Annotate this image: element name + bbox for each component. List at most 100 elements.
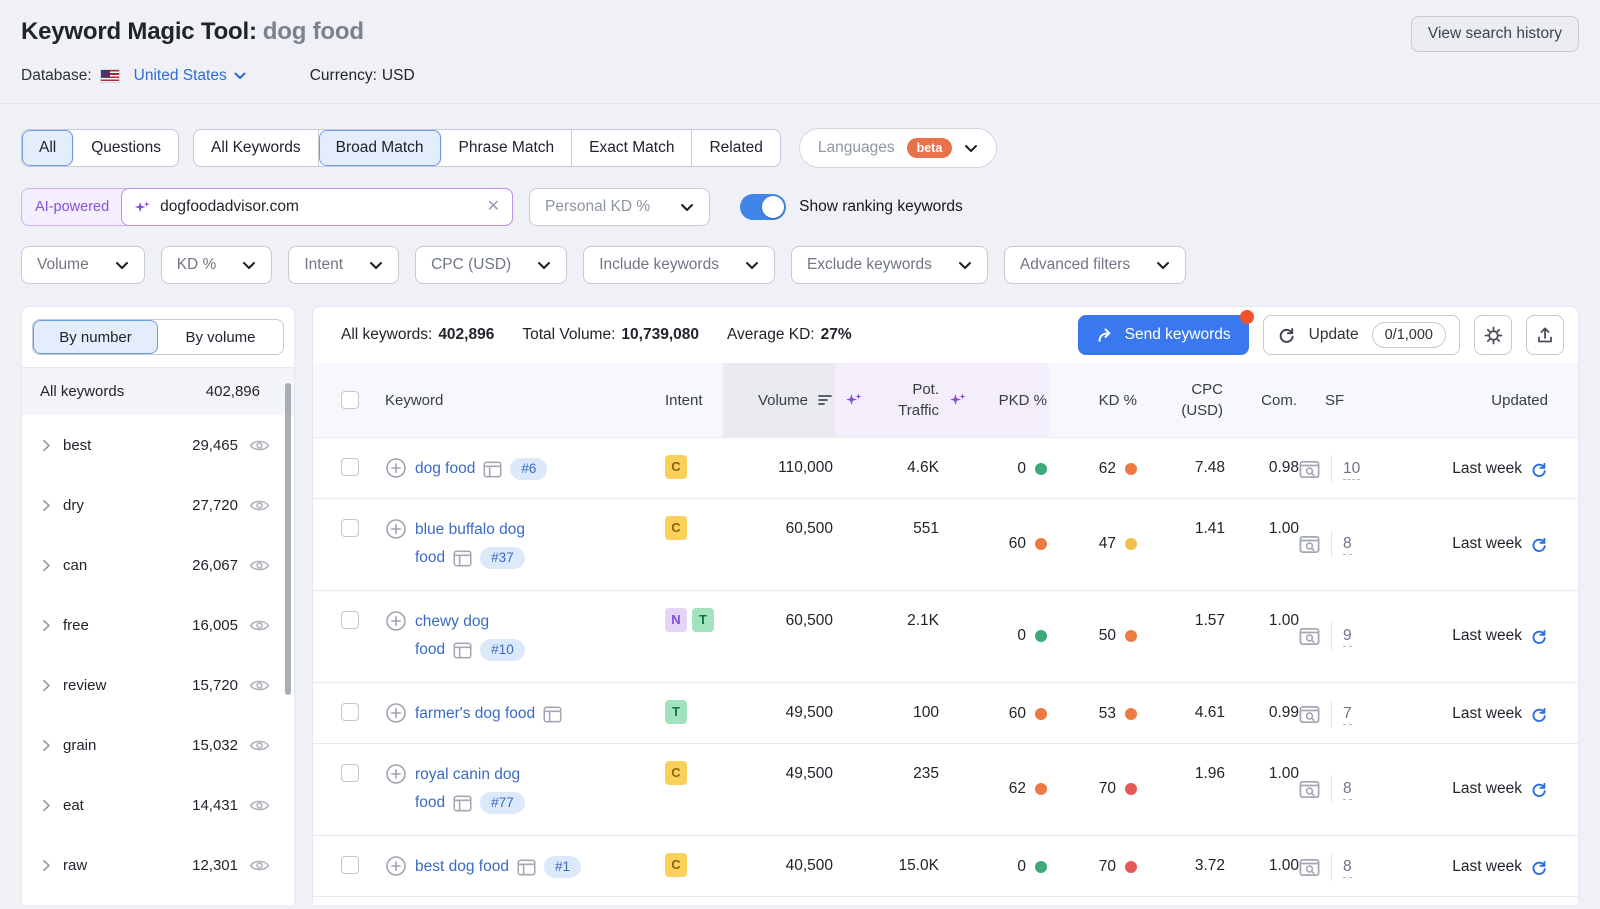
tab-all-keywords[interactable]: All Keywords <box>194 130 319 166</box>
tab-exact-match[interactable]: Exact Match <box>572 130 692 166</box>
serp-features-icon[interactable] <box>543 706 562 723</box>
clear-input-icon[interactable]: ✕ <box>487 199 500 215</box>
sidebar-group-raw[interactable]: raw 12,301 <box>22 835 294 895</box>
serp-features-icon[interactable] <box>453 550 472 567</box>
keyword-link[interactable]: best dog food <box>415 853 509 881</box>
serp-preview-icon[interactable] <box>1299 627 1320 646</box>
eye-icon[interactable] <box>249 618 270 633</box>
keyword-link[interactable]: farmer's dog food <box>415 700 535 728</box>
filter-kd[interactable]: KD % <box>161 246 273 284</box>
rank-badge[interactable]: #10 <box>480 639 525 661</box>
col-cpc[interactable]: CPC (USD) <box>1139 363 1225 437</box>
sf-link[interactable]: 10 <box>1343 459 1360 480</box>
eye-icon[interactable] <box>249 498 270 513</box>
update-button[interactable]: Update 0/1,000 <box>1263 315 1460 355</box>
expand-keyword-icon[interactable] <box>385 702 407 724</box>
serp-preview-icon[interactable] <box>1299 460 1320 479</box>
expand-keyword-icon[interactable] <box>385 763 407 785</box>
view-search-history-button[interactable]: View search history <box>1411 16 1579 52</box>
domain-input[interactable] <box>160 198 477 216</box>
col-sf[interactable]: SF <box>1299 363 1389 437</box>
sidebar-scrollbar[interactable] <box>285 383 291 695</box>
eye-icon[interactable] <box>249 438 270 453</box>
expand-keyword-icon[interactable] <box>385 518 407 540</box>
rank-badge[interactable]: #1 <box>544 856 581 878</box>
sidebar-group-review[interactable]: review 15,720 <box>22 655 294 715</box>
refresh-icon[interactable] <box>1530 706 1548 724</box>
row-checkbox[interactable] <box>341 856 359 874</box>
sidebar-group-grain[interactable]: grain 15,032 <box>22 715 294 775</box>
serp-features-icon[interactable] <box>483 461 502 478</box>
tab-related[interactable]: Related <box>692 130 779 166</box>
row-checkbox[interactable] <box>341 764 359 782</box>
tab-all[interactable]: All <box>22 130 74 166</box>
sidebar-group-best[interactable]: best 29,465 <box>22 415 294 475</box>
keyword-link[interactable]: dog food <box>415 455 475 483</box>
keyword-link[interactable]: food <box>415 544 445 572</box>
filter-intent[interactable]: Intent <box>288 246 399 284</box>
row-checkbox[interactable] <box>341 703 359 721</box>
eye-icon[interactable] <box>249 858 270 873</box>
keyword-link[interactable]: chewy dog <box>415 608 489 636</box>
serp-features-icon[interactable] <box>453 795 472 812</box>
sidebar-group-eat[interactable]: eat 14,431 <box>22 775 294 835</box>
filter-advanced-filters[interactable]: Advanced filters <box>1004 246 1186 284</box>
sf-link[interactable]: 8 <box>1343 534 1352 555</box>
col-pkd[interactable]: PKD % <box>939 363 1049 437</box>
expand-keyword-icon[interactable] <box>385 610 407 632</box>
refresh-icon[interactable] <box>1530 781 1548 799</box>
serp-features-icon[interactable] <box>517 859 536 876</box>
sort-by-number-button[interactable]: By number <box>33 320 158 354</box>
col-com[interactable]: Com. <box>1225 363 1299 437</box>
export-button[interactable] <box>1526 315 1564 355</box>
row-checkbox[interactable] <box>341 458 359 476</box>
col-pot-traffic[interactable]: Pot. Traffic <box>835 363 939 437</box>
tab-broad-match[interactable]: Broad Match <box>319 130 442 166</box>
refresh-icon[interactable] <box>1530 859 1548 877</box>
col-updated[interactable]: Updated <box>1389 363 1550 437</box>
sidebar-group-can[interactable]: can 26,067 <box>22 535 294 595</box>
eye-icon[interactable] <box>249 678 270 693</box>
col-kd[interactable]: KD % <box>1049 363 1139 437</box>
serp-preview-icon[interactable] <box>1299 858 1320 877</box>
expand-keyword-icon[interactable] <box>385 855 407 877</box>
rank-badge[interactable]: #77 <box>480 792 525 814</box>
refresh-icon[interactable] <box>1530 461 1548 479</box>
serp-features-icon[interactable] <box>453 642 472 659</box>
all-keywords-group[interactable]: All keywords 402,896 <box>22 368 294 415</box>
keyword-link[interactable]: food <box>415 636 445 664</box>
sidebar-group-free[interactable]: free 16,005 <box>22 595 294 655</box>
select-all-checkbox[interactable] <box>341 391 359 409</box>
rank-badge[interactable]: #6 <box>510 458 547 480</box>
filter-volume[interactable]: Volume <box>21 246 145 284</box>
col-volume[interactable]: Volume <box>723 363 835 437</box>
serp-preview-icon[interactable] <box>1299 535 1320 554</box>
keyword-link[interactable]: food <box>415 789 445 817</box>
eye-icon[interactable] <box>249 798 270 813</box>
filter-cpc-usd[interactable]: CPC (USD) <box>415 246 567 284</box>
row-checkbox[interactable] <box>341 519 359 537</box>
send-keywords-button[interactable]: Send keywords <box>1078 315 1249 355</box>
refresh-icon[interactable] <box>1530 628 1548 646</box>
keyword-link[interactable]: royal canin dog <box>415 761 520 789</box>
show-ranking-toggle[interactable] <box>740 194 786 220</box>
sort-by-volume-button[interactable]: By volume <box>158 320 283 354</box>
eye-icon[interactable] <box>249 558 270 573</box>
sf-link[interactable]: 7 <box>1343 704 1352 725</box>
eye-icon[interactable] <box>249 738 270 753</box>
languages-dropdown[interactable]: Languages beta <box>799 128 997 168</box>
personal-kd-dropdown[interactable]: Personal KD % <box>529 188 710 226</box>
sf-link[interactable]: 8 <box>1343 857 1352 878</box>
keyword-link[interactable]: blue buffalo dog <box>415 516 525 544</box>
row-checkbox[interactable] <box>341 611 359 629</box>
tab-questions[interactable]: Questions <box>74 130 178 166</box>
serp-preview-icon[interactable] <box>1299 705 1320 724</box>
filter-exclude-keywords[interactable]: Exclude keywords <box>791 246 988 284</box>
sidebar-group-dry[interactable]: dry 27,720 <box>22 475 294 535</box>
tab-phrase-match[interactable]: Phrase Match <box>442 130 573 166</box>
rank-badge[interactable]: #37 <box>480 547 525 569</box>
database-selector[interactable]: United States <box>92 67 246 85</box>
sf-link[interactable]: 8 <box>1343 779 1352 800</box>
filter-include-keywords[interactable]: Include keywords <box>583 246 775 284</box>
serp-preview-icon[interactable] <box>1299 780 1320 799</box>
